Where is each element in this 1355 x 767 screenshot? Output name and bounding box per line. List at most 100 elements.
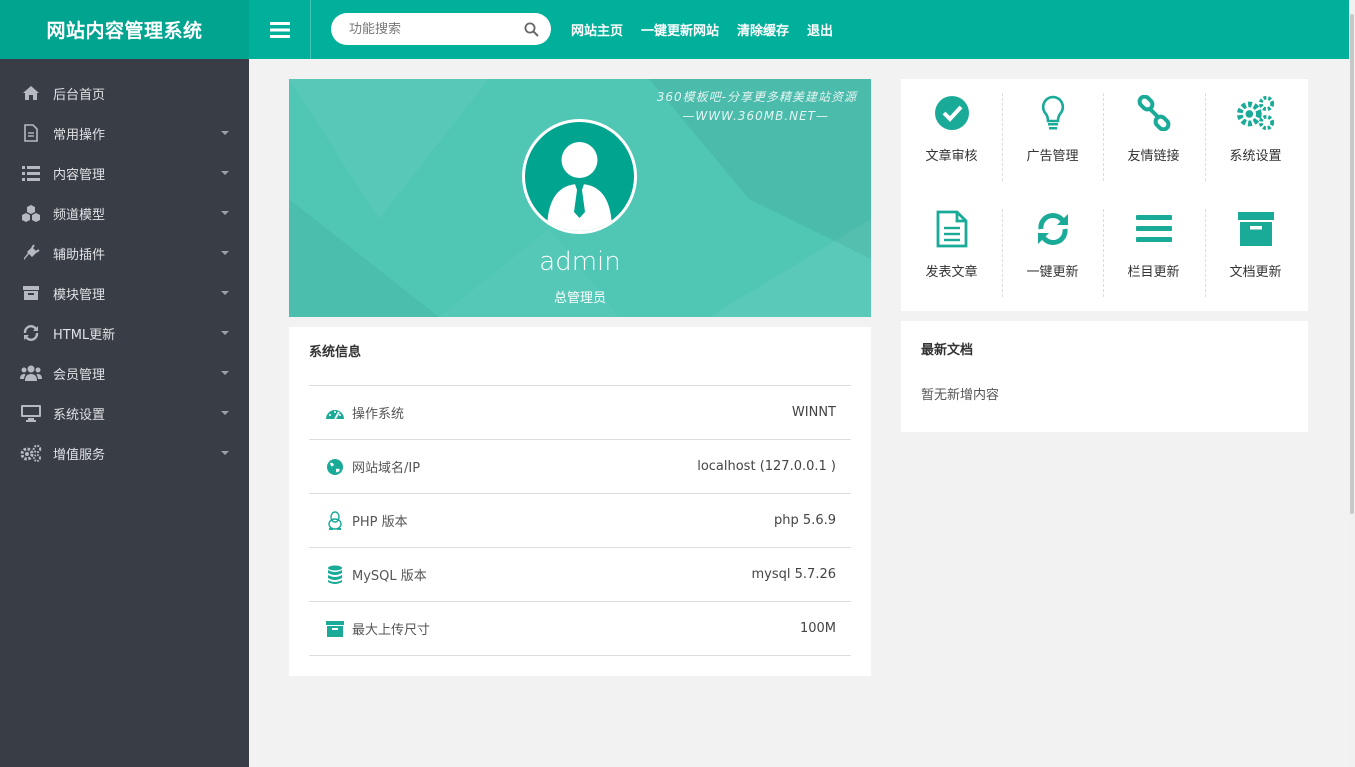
nav-update-site-link[interactable]: 一键更新网站 <box>641 20 719 39</box>
sidebar-item-label: 系统设置 <box>53 407 106 423</box>
refresh-icon <box>20 324 42 342</box>
sidebar-item-value-added[interactable]: 增值服务 <box>0 433 249 473</box>
user-tie-icon <box>547 142 612 231</box>
search-input[interactable] <box>349 21 524 37</box>
quick-label: 系统设置 <box>1229 149 1282 164</box>
top-nav: 网站主页 一键更新网站 清除缓存 退出 <box>571 0 851 59</box>
caret-down-icon <box>221 451 229 455</box>
sidebar-item-common-ops[interactable]: 常用操作 <box>0 113 249 153</box>
sidebar-item-content[interactable]: 内容管理 <box>0 153 249 193</box>
lightbulb-icon <box>1033 93 1073 133</box>
sidebar-item-modules[interactable]: 模块管理 <box>0 273 249 313</box>
info-value: WINNT <box>791 405 836 420</box>
file-text-icon <box>932 209 972 249</box>
info-label: 最大上传尺寸 <box>352 623 431 638</box>
scrollbar-thumb[interactable] <box>1350 14 1354 514</box>
info-row-php: PHP 版本 php 5.6.9 <box>309 494 851 548</box>
home-icon <box>20 84 42 102</box>
menu-toggle-button[interactable] <box>249 0 311 59</box>
database-icon <box>324 564 346 586</box>
quick-actions-panel: 文章审核 广告管理 友情链接 系统设置 发表文章 一键更新 栏目更新 文档更新 <box>901 79 1308 311</box>
quick-ad-management[interactable]: 广告管理 <box>1002 79 1103 167</box>
page-scrollbar[interactable] <box>1349 0 1355 767</box>
watermark-line-1: 360模板吧-分享更多精美建站资源 <box>656 90 857 104</box>
sidebar-item-plugins[interactable]: 辅助插件 <box>0 233 249 273</box>
sidebar-item-label: 增值服务 <box>53 447 106 463</box>
nav-clear-cache-link[interactable]: 清除缓存 <box>737 20 789 39</box>
cubes-icon <box>20 204 42 222</box>
refresh-icon <box>1033 209 1073 249</box>
sidebar-item-label: 内容管理 <box>53 167 106 183</box>
quick-label: 友情链接 <box>1127 149 1180 164</box>
watermark-line-2: —WWW.360MB.NET— <box>682 109 829 123</box>
quick-friend-links[interactable]: 友情链接 <box>1103 79 1204 167</box>
info-row-os: 操作系统 WINNT <box>309 386 851 440</box>
desktop-icon <box>20 404 42 422</box>
quick-label: 文章审核 <box>925 149 978 164</box>
info-label: MySQL 版本 <box>352 569 427 584</box>
nav-home-link[interactable]: 网站主页 <box>571 20 623 39</box>
caret-down-icon <box>221 211 229 215</box>
globe-icon <box>324 456 346 478</box>
latest-documents-panel: 最新文档 暂无新增内容 <box>901 321 1308 432</box>
sidebar-item-label: 模块管理 <box>53 287 106 303</box>
quick-one-click-update[interactable]: 一键更新 <box>1002 195 1103 283</box>
caret-down-icon <box>221 371 229 375</box>
info-label: 网站域名/IP <box>352 461 421 476</box>
latest-documents-title: 最新文档 <box>921 343 974 358</box>
quick-label: 发表文章 <box>925 265 978 280</box>
top-bar: 网站内容管理系统 网站主页 一键更新网站 清除缓存 退出 <box>0 0 1349 59</box>
nav-logout-link[interactable]: 退出 <box>807 20 833 39</box>
quick-column-update[interactable]: 栏目更新 <box>1103 195 1204 283</box>
sidebar-item-label: 频道模型 <box>53 207 106 223</box>
caret-down-icon <box>221 331 229 335</box>
file-icon <box>20 124 42 142</box>
quick-document-update[interactable]: 文档更新 <box>1205 195 1306 283</box>
caret-down-icon <box>221 291 229 295</box>
quick-publish-article[interactable]: 发表文章 <box>901 195 1002 283</box>
caret-down-icon <box>221 171 229 175</box>
quick-label: 广告管理 <box>1026 149 1079 164</box>
sidebar-item-label: 会员管理 <box>53 367 106 383</box>
profile-role: 总管理员 <box>553 291 606 306</box>
quick-system-settings[interactable]: 系统设置 <box>1205 79 1306 167</box>
plug-icon <box>20 244 42 262</box>
info-value: mysql 5.7.26 <box>751 567 836 582</box>
dashboard-icon <box>324 402 346 424</box>
info-label: 操作系统 <box>352 407 405 422</box>
quick-article-review[interactable]: 文章审核 <box>901 79 1002 167</box>
avatar <box>522 119 637 234</box>
sidebar-item-channel-model[interactable]: 频道模型 <box>0 193 249 233</box>
sidebar-item-home[interactable]: 后台首页 <box>0 73 249 113</box>
sidebar: 后台首页 常用操作 内容管理 频道模型 辅助插件 模块管理 HTML更新 会员管… <box>0 59 249 767</box>
info-value: 100M <box>799 621 836 636</box>
info-row-domain: 网站域名/IP localhost (127.0.0.1 ) <box>309 440 851 494</box>
caret-down-icon <box>221 131 229 135</box>
profile-name: admin <box>539 247 621 277</box>
search-icon[interactable] <box>524 22 539 37</box>
list-icon <box>20 164 42 182</box>
hamburger-icon <box>269 21 290 38</box>
quick-label: 栏目更新 <box>1127 265 1180 280</box>
archive-icon <box>20 284 42 302</box>
cogs-icon <box>20 444 42 462</box>
system-info-panel: 系统信息 操作系统 WINNT 网站域名/IP localhost (127.0… <box>289 327 871 676</box>
quick-label: 文档更新 <box>1229 265 1282 280</box>
system-info-title: 系统信息 <box>309 327 851 386</box>
info-label: PHP 版本 <box>352 515 408 530</box>
sidebar-item-members[interactable]: 会员管理 <box>0 353 249 393</box>
info-row-mysql: MySQL 版本 mysql 5.7.26 <box>309 548 851 602</box>
sidebar-item-html-update[interactable]: HTML更新 <box>0 313 249 353</box>
sidebar-item-label: 后台首页 <box>53 87 106 103</box>
sidebar-item-label: 辅助插件 <box>53 247 106 263</box>
info-value: php 5.6.9 <box>774 513 836 528</box>
latest-documents-empty: 暂无新增内容 <box>921 388 1000 403</box>
info-row-upload-size: 最大上传尺寸 100M <box>309 602 851 656</box>
sidebar-item-label: 常用操作 <box>53 127 106 143</box>
caret-down-icon <box>221 251 229 255</box>
users-icon <box>20 364 42 382</box>
archive-icon <box>324 618 346 640</box>
sidebar-item-system-settings[interactable]: 系统设置 <box>0 393 249 433</box>
archive-icon <box>1236 209 1276 249</box>
linux-icon <box>324 510 346 532</box>
